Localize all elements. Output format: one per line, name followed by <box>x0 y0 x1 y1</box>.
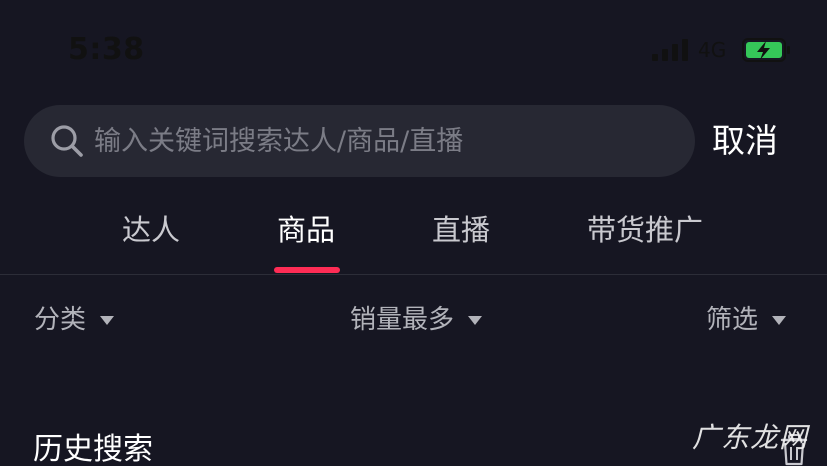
active-tab-indicator <box>274 267 340 273</box>
tab-divider <box>0 274 827 275</box>
search-screen: 5:38 4G 取消 达人 商品 直播 带货推广 分类 销量最多 筛选 <box>0 0 827 466</box>
network-type: 4G <box>698 38 727 62</box>
tab-promotion[interactable]: 带货推广 <box>587 208 703 252</box>
search-input[interactable] <box>94 119 674 163</box>
cellular-signal-icon <box>652 39 688 61</box>
caret-down-icon <box>772 315 787 325</box>
filter-screen[interactable]: 筛选 <box>706 300 787 340</box>
cancel-button[interactable]: 取消 <box>712 118 778 164</box>
filter-sort-sales[interactable]: 销量最多 <box>350 300 483 340</box>
tab-influencers[interactable]: 达人 <box>122 208 180 252</box>
search-bar <box>24 105 695 177</box>
filter-category[interactable]: 分类 <box>34 300 115 340</box>
watermark: 广东龙网 <box>692 421 809 454</box>
caret-down-icon <box>100 315 115 325</box>
filter-screen-label: 筛选 <box>706 305 759 335</box>
battery-charging-icon <box>742 38 790 62</box>
tab-products[interactable]: 商品 <box>277 208 335 252</box>
filter-sort-label: 销量最多 <box>350 305 455 335</box>
filter-category-label: 分类 <box>34 305 87 335</box>
search-icon <box>51 125 83 157</box>
tab-live[interactable]: 直播 <box>432 208 490 252</box>
caret-down-icon <box>468 315 483 325</box>
history-title: 历史搜索 <box>33 432 153 466</box>
status-time: 5:38 <box>68 32 145 67</box>
